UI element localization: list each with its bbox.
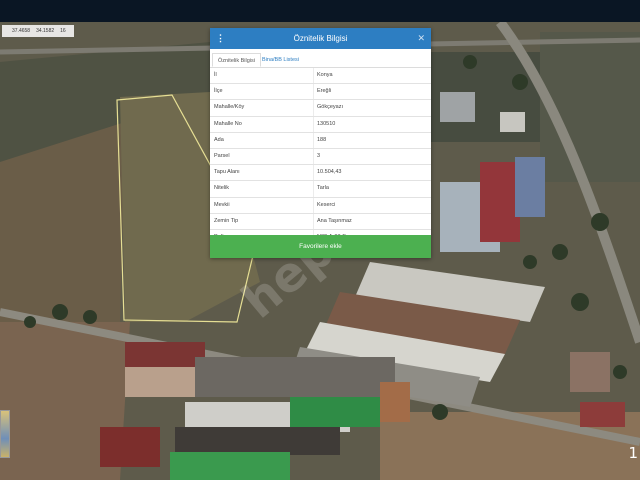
row-key: Parsel [214, 152, 230, 159]
table-row: Mahalle No 130510 [210, 116, 431, 133]
dialog-tabs: Öznitelik Bilgisi Bina/BB Listesi [210, 49, 431, 68]
layer-thumbnail-button[interactable] [0, 410, 10, 458]
row-value: Ana Taşınmaz [317, 217, 352, 224]
coordinate-readout: 37.4658 34.1582 16 [2, 25, 74, 37]
page-number: 1 [628, 444, 638, 462]
row-key: Mevkii [214, 201, 230, 208]
row-value: Tarla [317, 185, 329, 192]
row-value: 130510 [317, 120, 336, 127]
row-key: Zemin Tip [214, 217, 239, 224]
table-row: İl Konya [210, 68, 431, 85]
row-key: Mahalle No [214, 120, 242, 127]
table-row: Ada 188 [210, 132, 431, 149]
table-row: Mahalle/Köy Gökçeyazı [210, 100, 431, 117]
row-value: 10.504,43 [317, 169, 342, 176]
close-icon[interactable]: ✕ [417, 32, 425, 44]
row-key: Mahalle/Köy [214, 104, 245, 111]
row-key: Tapu Alanı [214, 169, 240, 176]
dialog-header: ⋮ Öznitelik Bilgisi ✕ [210, 28, 431, 49]
row-value: Keserci [317, 201, 336, 208]
table-row: Mevkii Keserci [210, 197, 431, 214]
tab-attribute-info[interactable]: Öznitelik Bilgisi [212, 53, 261, 67]
row-value: Konya [317, 72, 333, 78]
table-row: Zemin Tip Ana Taşınmaz [210, 213, 431, 230]
tab-building-list[interactable]: Bina/BB Listesi [257, 53, 304, 67]
row-key: Nitelik [214, 185, 229, 192]
row-key: Ada [214, 136, 224, 143]
attribute-info-dialog: ⋮ Öznitelik Bilgisi ✕ Öznitelik Bilgisi … [210, 28, 431, 258]
coord-lat: 37.4658 [12, 28, 31, 34]
add-to-favorites-button[interactable]: Favorilere ekle [210, 235, 431, 258]
row-value: 3 [317, 152, 321, 159]
attribute-table: İl Konya İlçe Ereğli Mahalle/Köy Gökçeyazı … [210, 68, 431, 247]
dialog-title: Öznitelik Bilgisi [293, 34, 348, 43]
row-value: Ereğli [317, 88, 332, 95]
top-bar [0, 0, 640, 22]
table-row: İlçe Ereğli [210, 84, 431, 101]
row-value: Gökçeyazı [317, 104, 343, 111]
row-key: İl [214, 72, 217, 78]
coord-zoom: 16 [60, 28, 66, 34]
table-row: Nitelik Tarla [210, 181, 431, 198]
table-row: Tapu Alanı 10.504,43 [210, 165, 431, 182]
table-row: Parsel 3 [210, 148, 431, 166]
row-key: İlçe [214, 88, 223, 95]
row-value: 188 [317, 136, 327, 143]
coord-lon: 34.1582 [36, 28, 55, 34]
